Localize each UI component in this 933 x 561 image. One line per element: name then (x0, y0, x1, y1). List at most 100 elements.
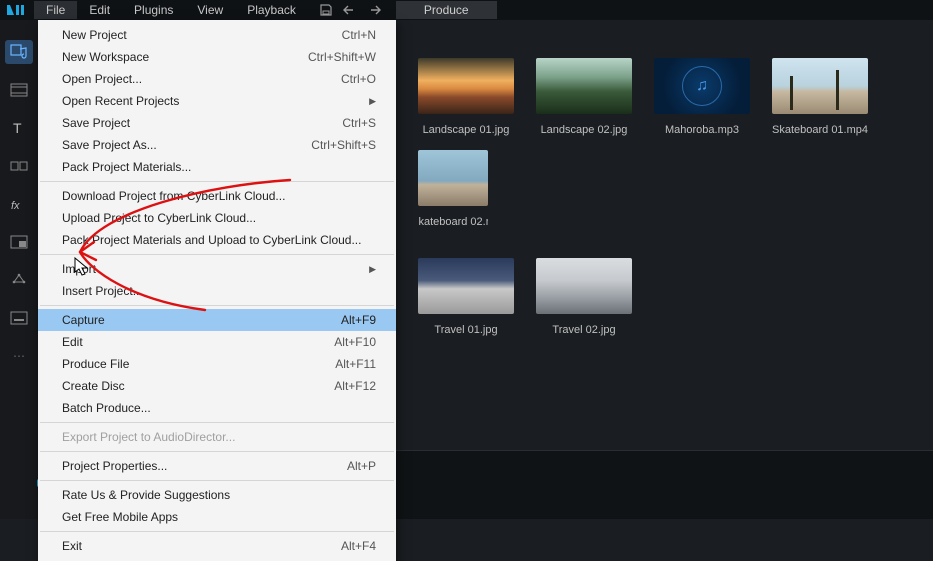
menu-item-shortcut: Ctrl+N (342, 27, 376, 43)
menu-item[interactable]: Capture Alt+F9 (38, 309, 396, 331)
media-grid-row2: Travel 01.jpg Travel 02.jpg (418, 258, 933, 336)
menu-item[interactable]: Download Project from CyberLink Cloud... (38, 185, 396, 207)
redo-icon[interactable] (362, 1, 386, 19)
menu-item-shortcut: Alt+F12 (334, 378, 376, 394)
media-label: Travel 01.jpg (434, 324, 497, 336)
thumbnail-icon: ♫ (654, 58, 750, 114)
menu-item-shortcut: Ctrl+S (342, 115, 376, 131)
menu-item[interactable]: Create Disc Alt+F12 (38, 375, 396, 397)
menu-item[interactable]: Pack Project Materials... (38, 156, 396, 178)
menu-item-label: Get Free Mobile Apps (62, 509, 178, 525)
menu-item[interactable]: Pack Project Materials and Upload to Cyb… (38, 229, 396, 251)
media-label: Landscape 01.jpg (423, 124, 510, 136)
tool-text-icon[interactable]: T (5, 116, 33, 140)
menu-separator (40, 422, 394, 423)
tool-pip-icon[interactable] (5, 230, 33, 254)
thumbnail-icon (536, 258, 632, 314)
tool-subtitle-icon[interactable] (5, 306, 33, 330)
menu-item-shortcut: Alt+F9 (341, 312, 376, 328)
submenu-arrow-icon: ▶ (369, 93, 376, 109)
menu-item-shortcut: Ctrl+Shift+W (308, 49, 376, 65)
menu-separator (40, 531, 394, 532)
media-label: Travel 02.jpg (552, 324, 615, 336)
media-item[interactable]: Travel 02.jpg (536, 258, 632, 336)
produce-button[interactable]: Produce (396, 1, 497, 19)
tool-particle-icon[interactable] (5, 268, 33, 292)
menu-item[interactable]: Import ▶ (38, 258, 396, 280)
menu-item-shortcut: Alt+F4 (341, 538, 376, 554)
menu-item-label: Download Project from CyberLink Cloud... (62, 188, 285, 204)
menu-item[interactable]: New Workspace Ctrl+Shift+W (38, 46, 396, 68)
media-item[interactable]: Landscape 02.jpg (536, 58, 632, 136)
menu-item-label: Save Project As... (62, 137, 157, 153)
menu-item-label: Upload Project to CyberLink Cloud... (62, 210, 256, 226)
menu-item-label: Capture (62, 312, 105, 328)
media-item[interactable]: Travel 01.jpg (418, 258, 514, 336)
menu-separator (40, 451, 394, 452)
menu-item[interactable]: Open Project... Ctrl+O (38, 68, 396, 90)
thumbnail-icon (418, 150, 488, 206)
menu-item-label: Pack Project Materials... (62, 159, 191, 175)
menu-item-label: Export Project to AudioDirector... (62, 429, 235, 445)
menu-item-shortcut: Ctrl+O (341, 71, 376, 87)
svg-text:fx: fx (11, 200, 20, 211)
thumbnail-icon (772, 58, 868, 114)
media-item[interactable]: ♫ Mahoroba.mp3 (654, 58, 750, 136)
thumbnail-icon (536, 58, 632, 114)
menu-item[interactable]: Upload Project to CyberLink Cloud... (38, 207, 396, 229)
menu-item: Export Project to AudioDirector... (38, 426, 396, 448)
menu-item[interactable]: Produce File Alt+F11 (38, 353, 396, 375)
menu-item[interactable]: Open Recent Projects ▶ (38, 90, 396, 112)
menu-item[interactable]: Save Project As...Ctrl+Shift+S (38, 134, 396, 156)
menu-item[interactable]: Get Free Mobile Apps (38, 506, 396, 528)
menu-item-label: Create Disc (62, 378, 125, 394)
tool-more-icon[interactable]: ⋯ (5, 344, 33, 368)
undo-icon[interactable] (338, 1, 362, 19)
menu-item[interactable]: Rate Us & Provide Suggestions (38, 484, 396, 506)
menu-item[interactable]: Save Project Ctrl+S (38, 112, 396, 134)
menu-separator (40, 181, 394, 182)
menu-separator (40, 254, 394, 255)
menu-edit[interactable]: Edit (77, 1, 122, 19)
tool-media-icon[interactable] (5, 40, 33, 64)
menu-item[interactable]: New Project Ctrl+N (38, 24, 396, 46)
save-icon[interactable] (314, 1, 338, 19)
menu-item-label: Exit (62, 538, 82, 554)
tool-storyboard-icon[interactable] (5, 78, 33, 102)
media-label: Skateboard 02.m (418, 216, 488, 228)
left-toolbar: T fx ⋯ (0, 20, 38, 519)
menu-item-label: New Workspace (62, 49, 149, 65)
menu-item-label: Open Recent Projects (62, 93, 179, 109)
submenu-arrow-icon: ▶ (369, 261, 376, 277)
menu-item[interactable]: Project Properties...Alt+P (38, 455, 396, 477)
media-label: Landscape 02.jpg (541, 124, 628, 136)
media-label: Mahoroba.mp3 (665, 124, 739, 136)
tool-fx-icon[interactable]: fx (5, 192, 33, 216)
menu-item-label: New Project (62, 27, 127, 43)
menu-item-shortcut: Alt+F10 (334, 334, 376, 350)
menu-item-shortcut: Alt+P (347, 458, 376, 474)
menu-item[interactable]: Insert Project... (38, 280, 396, 302)
menu-item-label: Save Project (62, 115, 130, 131)
menu-item[interactable]: Exit Alt+F4 (38, 535, 396, 557)
thumbnail-icon (418, 58, 514, 114)
menu-file[interactable]: File (34, 1, 77, 19)
menu-item[interactable]: Batch Produce... (38, 397, 396, 419)
menu-item-shortcut: Alt+F11 (335, 356, 376, 372)
thumbnail-icon (418, 258, 514, 314)
menu-item-label: Insert Project... (62, 283, 143, 299)
tool-transition-icon[interactable] (5, 154, 33, 178)
menu-item-label: Open Project... (62, 71, 142, 87)
media-item[interactable]: Skateboard 01.mp4 (772, 58, 868, 136)
menu-playback[interactable]: Playback (235, 1, 308, 19)
menu-item-label: Pack Project Materials and Upload to Cyb… (62, 232, 361, 248)
menu-item-label: Produce File (62, 356, 129, 372)
media-item[interactable]: Skateboard 02.m (418, 150, 488, 228)
menu-item-label: Import (62, 261, 96, 277)
menu-view[interactable]: View (185, 1, 235, 19)
media-item[interactable]: Landscape 01.jpg (418, 58, 514, 136)
menu-item[interactable]: EditAlt+F10 (38, 331, 396, 353)
menu-plugins[interactable]: Plugins (122, 1, 185, 19)
menubar: File Edit Plugins View Playback Produce (0, 0, 933, 20)
file-dropdown: New Project Ctrl+N New Workspace Ctrl+Shift… (38, 20, 396, 561)
